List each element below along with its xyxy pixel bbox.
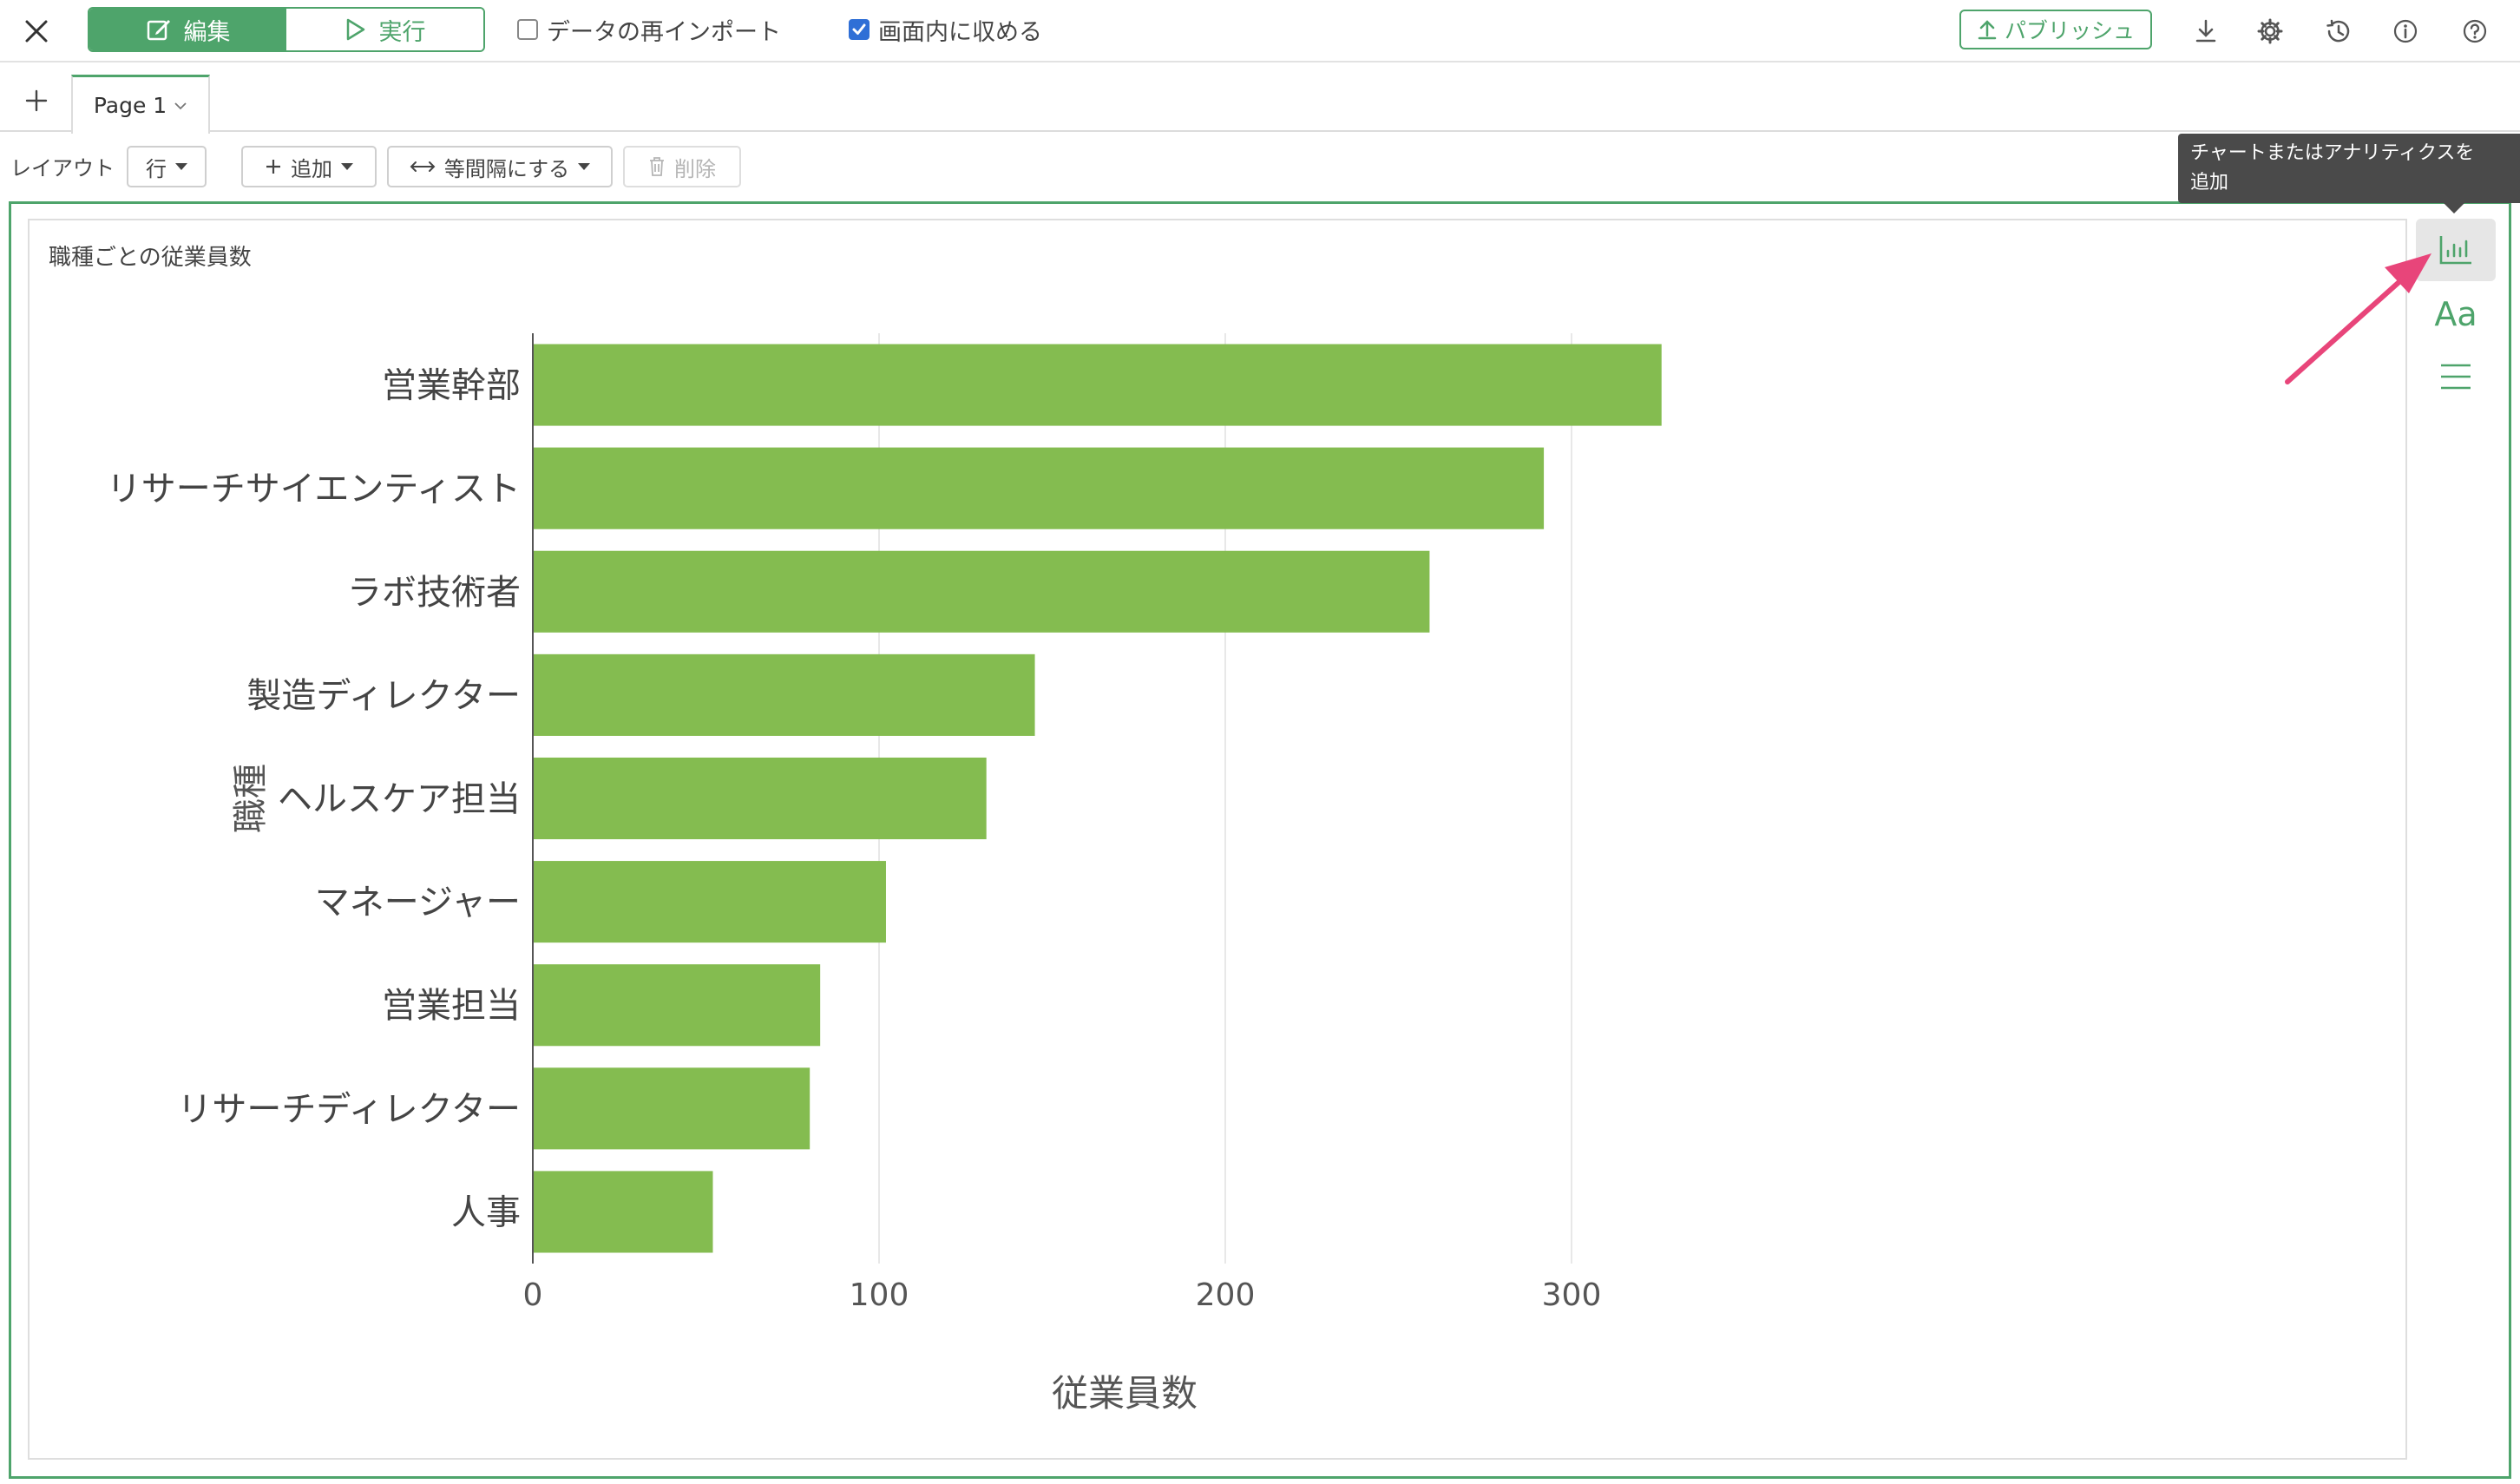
category-label: 営業担当: [382, 986, 521, 1026]
gear-icon[interactable]: [2253, 14, 2287, 49]
layout-label: レイアウト: [10, 156, 115, 181]
edit-mode-button[interactable]: 編集: [89, 9, 286, 50]
edit-mode-label: 編集: [183, 18, 231, 46]
horizontal-arrows-icon: [410, 161, 436, 172]
add-chart-tooltip: チャートまたはアナリティクスを 追加: [2178, 134, 2520, 213]
history-icon[interactable]: [2320, 14, 2355, 49]
tab-page-1[interactable]: Page 1: [71, 75, 210, 134]
caret-down-icon: [175, 163, 187, 170]
edit-icon: [147, 20, 170, 41]
bar-3: [533, 653, 1035, 736]
category-label: ヘルスケア担当: [278, 779, 521, 819]
add-label: 追加: [291, 156, 332, 181]
fit-screen-checkbox[interactable]: [849, 19, 870, 40]
x-tick-label: 300: [1542, 1277, 1602, 1313]
x-axis-label: 従業員数: [1052, 1372, 1198, 1415]
bar-7: [533, 1067, 810, 1150]
category-label: 営業幹部: [382, 366, 521, 406]
play-icon: [346, 18, 364, 41]
category-label: 製造ディレクター: [246, 676, 521, 716]
text-aa-icon: Aa: [2434, 295, 2477, 333]
y-axis-label: 職種: [231, 764, 271, 833]
equal-spacing-button[interactable]: 等間隔にする: [387, 146, 613, 187]
download-icon[interactable]: [2189, 14, 2223, 49]
x-tick-label: 200: [1196, 1277, 1256, 1313]
publish-button[interactable]: パブリッシュ: [1959, 10, 2152, 49]
bar-chart: 営業幹部リサーチサイエンティストラボ技術者製造ディレクターヘルスケア担当マネージ…: [107, 333, 1662, 1415]
x-tick-label: 0: [523, 1277, 543, 1313]
plus-icon: [266, 160, 280, 174]
reimport-checkbox[interactable]: [517, 19, 538, 40]
delete-label: 削除: [674, 156, 716, 181]
mode-toggle-group: 編集 実行: [88, 7, 485, 52]
add-page-icon[interactable]: [17, 82, 56, 120]
caret-down-icon: [341, 163, 353, 170]
run-mode-button[interactable]: 実行: [286, 9, 483, 50]
layout-row-label: 行: [146, 156, 167, 181]
category-label: 人事: [451, 1192, 521, 1232]
publish-label: パブリッシュ: [2004, 18, 2135, 43]
delete-button[interactable]: 削除: [623, 146, 741, 187]
add-button[interactable]: 追加: [241, 146, 377, 187]
tab-page-1-label: Page 1: [93, 93, 167, 118]
bar-5: [533, 861, 886, 943]
close-icon[interactable]: [19, 14, 54, 49]
help-icon[interactable]: [2458, 14, 2492, 49]
chevron-down-icon: [174, 102, 187, 109]
info-icon[interactable]: [2388, 14, 2423, 49]
caret-down-icon: [578, 163, 591, 170]
chart-panel[interactable]: 職種ごとの従業員数 営業幹部 リサーチサイエンティスト ラボ技術者 製造ディレクターヘ…: [28, 219, 2407, 1460]
bar-chart-icon: [2439, 236, 2471, 265]
menu-button[interactable]: [2416, 345, 2496, 408]
reimport-checkbox-group[interactable]: データの再インポート: [517, 12, 781, 47]
hamburger-menu-icon: [2441, 364, 2471, 390]
category-label: リサーチディレクター: [177, 1089, 521, 1129]
layout-toolbar: レイアウト 行 追加 等間隔にする 削除: [0, 139, 2520, 189]
bar-4: [533, 757, 987, 840]
x-tick-label: 100: [850, 1277, 909, 1313]
bar-6: [533, 964, 821, 1047]
bar-2: [533, 550, 1430, 633]
bar-1: [533, 447, 1545, 529]
add-text-button[interactable]: Aa: [2416, 283, 2496, 345]
add-chart-button[interactable]: [2416, 219, 2496, 281]
bar-8: [533, 1171, 713, 1253]
run-mode-label: 実行: [378, 18, 426, 46]
tooltip-line-2: 追加: [2190, 172, 2229, 194]
bar-0: [533, 344, 1662, 426]
reimport-label: データの再インポート: [547, 18, 781, 46]
equal-spacing-label: 等間隔にする: [443, 156, 570, 181]
top-toolbar: 編集 実行 データの再インポート 画面内に収める パブリッシュ: [0, 0, 2520, 62]
category-label: リサーチサイエンティスト: [107, 469, 521, 509]
fit-screen-checkbox-group[interactable]: 画面内に収める: [849, 12, 1042, 47]
page-tabs-bar: Page 1: [0, 64, 2520, 134]
tooltip-line-1: チャートまたはアナリティクスを: [2190, 142, 2475, 164]
category-label: ラボ技術者: [347, 573, 521, 613]
layout-row-dropdown[interactable]: 行: [127, 146, 207, 187]
upload-icon: [1978, 20, 1997, 40]
category-label: マネージャー: [315, 883, 521, 923]
trash-icon: [650, 157, 664, 176]
fit-screen-label: 画面内に収める: [878, 18, 1042, 46]
